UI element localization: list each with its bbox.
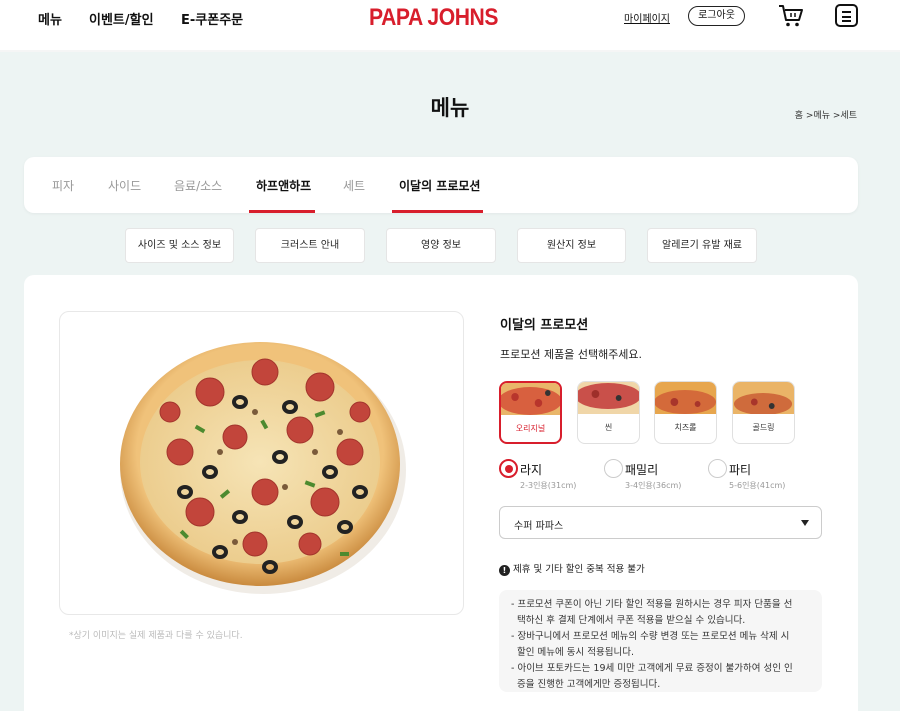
promo-instruction: 프로모션 제품을 선택해주세요. <box>500 348 643 361</box>
promo-title: 이달의 프로모션 <box>500 318 589 333</box>
size-radio-family[interactable] <box>604 459 623 478</box>
size-radio-party[interactable] <box>708 459 727 478</box>
terms-line: - 아이브 포토카드는 19세 미만 고객에게 무료 증정이 불가하여 성인 인 <box>511 663 793 674</box>
size-sauce-info-button[interactable]: 사이즈 및 소스 정보 <box>125 228 234 263</box>
terms-line: - 프로모션 쿠폰이 아닌 기타 할인 적용을 원하시는 경우 피자 단품을 선 <box>511 599 793 610</box>
crust-info-button[interactable]: 크러스트 안내 <box>255 228 365 263</box>
crust-original-image <box>501 383 560 415</box>
breadcrumb[interactable]: 홈 >메뉴 >세트 <box>795 108 857 121</box>
header-divider <box>0 50 900 52</box>
crust-label: 골드링 <box>752 423 775 432</box>
site-header: 메뉴 이벤트/할인 E-쿠폰주문 PAPA JOHNS 마이페이지 로그아웃 <box>0 0 900 50</box>
size-desc: 5-6인용(41cm) <box>729 481 786 490</box>
size-name: 패밀리 <box>625 463 659 477</box>
dropdown-arrow-icon <box>801 520 809 526</box>
discount-notice: ! 제휴 및 기타 할인 중복 적용 불가 <box>499 561 645 576</box>
size-desc: 3-4인용(36cm) <box>625 481 682 490</box>
product-image <box>59 311 464 615</box>
terms-line: 택하신 후 결제 단계에서 쿠폰 적용을 받으실 수 있습니다. <box>511 615 746 626</box>
crust-gold-ring-image <box>733 382 794 414</box>
pizza-image <box>120 342 406 594</box>
mypage-link[interactable]: 마이페이지 <box>624 10 670 25</box>
crust-thin-image <box>578 382 639 414</box>
tab-active-indicator <box>249 210 315 213</box>
category-tabs: 피자 사이드 음료/소스 하프앤하프 세트 이달의 프로모션 <box>24 157 858 213</box>
pizza-select-value: 수퍼 파파스 <box>514 521 564 532</box>
info-icon: ! <box>499 565 510 576</box>
promo-terms: - 프로모션 쿠폰이 아닌 기타 할인 적용을 원하시는 경우 피자 단품을 선… <box>499 590 822 692</box>
allergy-info-button[interactable]: 알레르기 유발 재료 <box>647 228 757 263</box>
pizza-select[interactable]: 수퍼 파파스 <box>499 506 822 539</box>
crust-label: 치즈롤 <box>674 423 697 432</box>
tab-active-indicator <box>392 210 483 213</box>
size-name: 라지 <box>520 463 543 477</box>
tab-half-and-half[interactable]: 하프앤하프 <box>256 177 311 194</box>
crust-label: 오리지널 <box>515 424 546 433</box>
logout-button[interactable]: 로그아웃 <box>688 6 745 26</box>
terms-line: 할인 메뉴에 동시 적용됩니다. <box>511 647 634 658</box>
tab-pizza[interactable]: 피자 <box>52 177 74 194</box>
size-desc: 2-3인용(31cm) <box>520 481 577 490</box>
crust-option-cheese-roll[interactable]: 치즈롤 <box>654 381 717 444</box>
crust-option-thin[interactable]: 씬 <box>577 381 640 444</box>
terms-line: 증을 진행한 고객에게만 증정됩니다. <box>511 679 661 690</box>
origin-info-button[interactable]: 원산지 정보 <box>517 228 626 263</box>
nutrition-info-button[interactable]: 영양 정보 <box>386 228 496 263</box>
crust-label: 씬 <box>604 423 613 432</box>
notice-text: 제휴 및 기타 할인 중복 적용 불가 <box>513 564 645 575</box>
cart-icon[interactable] <box>778 4 804 28</box>
terms-line: - 장바구니에서 프로모션 메뉴의 수량 변경 또는 프로모션 메뉴 삭제 시 <box>511 631 790 642</box>
crust-option-gold-ring[interactable]: 골드링 <box>732 381 795 444</box>
size-radio-large[interactable] <box>499 459 518 478</box>
crust-cheese-roll-image <box>655 382 716 414</box>
tab-drinks-sauce[interactable]: 음료/소스 <box>174 177 222 194</box>
hamburger-menu-icon[interactable] <box>835 4 858 27</box>
image-disclaimer: *상기 이미지는 실제 제품과 다를 수 있습니다. <box>69 631 243 641</box>
size-name: 파티 <box>729 463 752 477</box>
nav-events[interactable]: 이벤트/할인 <box>89 9 154 28</box>
crust-option-original[interactable]: 오리지널 <box>499 381 562 444</box>
nav-ecoupon[interactable]: E-쿠폰주문 <box>181 9 243 28</box>
nav-menu[interactable]: 메뉴 <box>38 9 62 28</box>
tab-monthly-promotion[interactable]: 이달의 프로모션 <box>399 177 480 194</box>
tab-set[interactable]: 세트 <box>343 177 365 194</box>
page-title: 메뉴 <box>430 96 470 120</box>
tab-side[interactable]: 사이드 <box>108 177 141 194</box>
papajohns-logo[interactable]: PAPA JOHNS <box>369 4 498 32</box>
